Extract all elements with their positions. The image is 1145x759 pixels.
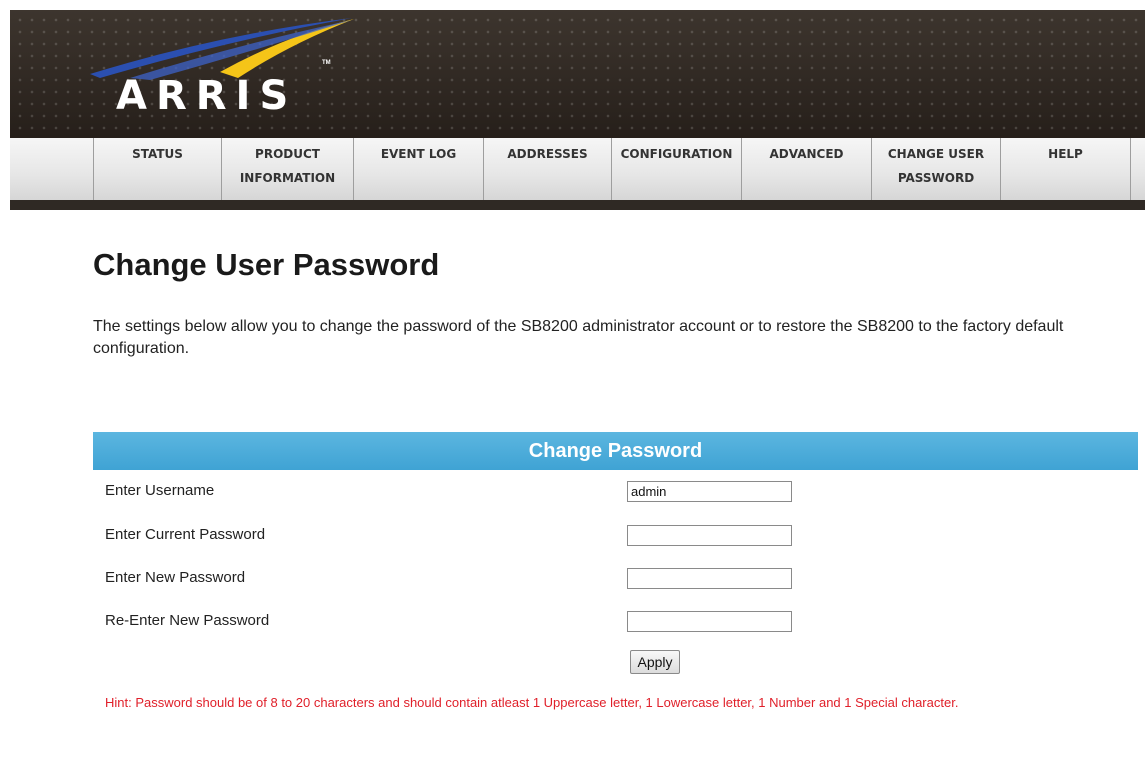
nav-addresses-label: ADDRESSES — [507, 147, 588, 161]
nav-addresses[interactable]: ADDRESSES — [483, 138, 611, 200]
password-hint: Hint: Password should be of 8 to 20 char… — [105, 695, 959, 710]
apply-button[interactable]: Apply — [630, 650, 680, 674]
arris-logo-text: ARRIS — [116, 73, 298, 119]
page: ARRIS TM STATUS PRODUCT INFORMATION EVEN… — [0, 0, 1145, 759]
nav-advanced[interactable]: ADVANCED — [741, 138, 871, 200]
reenter-password-label: Re-Enter New Password — [105, 612, 270, 629]
current-password-input[interactable] — [627, 525, 792, 546]
change-password-section-header: Change Password — [93, 432, 1138, 470]
nav-help[interactable]: HELP — [1000, 138, 1130, 200]
nav-configuration-label: CONFIGURATION — [620, 147, 733, 161]
nav-configuration[interactable]: CONFIGURATION — [611, 138, 741, 200]
reenter-password-input[interactable] — [627, 611, 792, 632]
nav-change-user-password-line1: CHANGE USER — [887, 147, 985, 161]
intro-text: The settings below allow you to change t… — [93, 318, 1064, 357]
nav-product-information-line2: INFORMATION — [239, 171, 336, 185]
trademark-mark: TM — [322, 60, 331, 66]
nav-status[interactable]: STATUS — [93, 138, 221, 200]
new-password-label: Enter New Password — [105, 569, 246, 586]
username-label: Enter Username — [105, 482, 215, 499]
nav-event-log[interactable]: EVENT LOG — [353, 138, 483, 200]
username-input[interactable] — [627, 481, 792, 502]
nav-divider — [1130, 138, 1131, 200]
header-banner: ARRIS TM — [10, 10, 1145, 138]
current-password-label: Enter Current Password — [105, 526, 266, 543]
new-password-input[interactable] — [627, 568, 792, 589]
main-nav: STATUS PRODUCT INFORMATION EVENT LOG ADD… — [10, 138, 1145, 210]
nav-advanced-label: ADVANCED — [769, 147, 844, 161]
nav-change-user-password[interactable]: CHANGE USER PASSWORD — [871, 138, 1000, 200]
nav-change-user-password-line2: PASSWORD — [897, 171, 975, 185]
nav-status-label: STATUS — [132, 147, 183, 161]
nav-product-information[interactable]: PRODUCT INFORMATION — [221, 138, 353, 200]
nav-event-log-label: EVENT LOG — [380, 147, 457, 161]
nav-product-information-line1: PRODUCT — [255, 147, 320, 161]
nav-help-label: HELP — [1048, 147, 1083, 161]
page-title: Change User Password — [93, 247, 440, 282]
